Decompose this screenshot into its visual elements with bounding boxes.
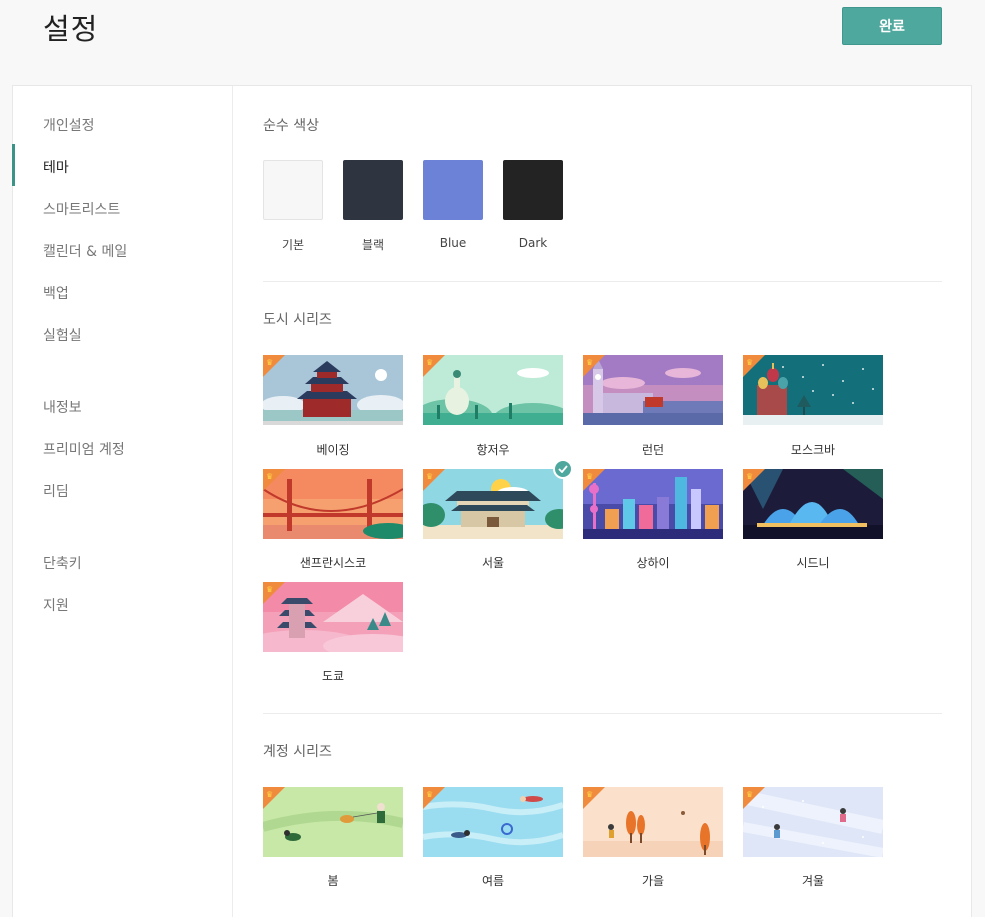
premium-badge-icon: ♛ (423, 469, 445, 491)
swatch-label: 블랙 (361, 238, 385, 252)
premium-badge-icon: ♛ (743, 787, 765, 809)
theme-label: 시드니 (796, 556, 830, 570)
theme-swatch-default[interactable] (263, 160, 323, 220)
premium-badge-icon: ♛ (423, 355, 445, 377)
theme-san-francisco[interactable]: ♛ (263, 469, 403, 539)
theme-label: 샌프란시스코 (299, 556, 367, 570)
swatch-label: 기본 (281, 238, 305, 252)
theme-winter[interactable]: ♛ (743, 787, 883, 857)
svg-text:♛: ♛ (426, 472, 433, 481)
svg-text:♛: ♛ (586, 790, 593, 799)
sidebar-item-backup[interactable]: 백업 (43, 283, 69, 303)
theme-label: 서울 (481, 556, 505, 570)
svg-text:♛: ♛ (746, 358, 753, 367)
settings-panel: 개인설정 테마 스마트리스트 캘린더 & 메일 백업 실험실 내정보 프리미엄 … (12, 85, 972, 917)
sidebar-item-support[interactable]: 지원 (43, 595, 69, 615)
theme-moscow[interactable]: ♛ (743, 355, 883, 425)
pure-color-section-title: 순수 색상 (263, 118, 319, 134)
sidebar-item-preferences[interactable]: 개인설정 (43, 115, 95, 135)
theme-swatch-blue[interactable] (423, 160, 483, 220)
theme-label: 봄 (327, 874, 339, 888)
sidebar-item-theme[interactable]: 테마 (43, 157, 69, 177)
theme-spring[interactable]: ♛ (263, 787, 403, 857)
settings-sidebar: 개인설정 테마 스마트리스트 캘린더 & 메일 백업 실험실 내정보 프리미엄 … (12, 86, 233, 917)
sidebar-item-premium[interactable]: 프리미엄 계정 (43, 439, 125, 459)
premium-badge-icon: ♛ (423, 787, 445, 809)
theme-label: 가을 (641, 874, 665, 888)
active-nav-indicator (12, 144, 15, 186)
page-title: 설정 (43, 12, 99, 46)
svg-text:♛: ♛ (746, 472, 753, 481)
sidebar-item-account[interactable]: 내정보 (43, 397, 82, 417)
sidebar-item-labs[interactable]: 실험실 (43, 325, 82, 345)
theme-label: 항저우 (476, 443, 510, 457)
svg-text:♛: ♛ (426, 358, 433, 367)
theme-beijing[interactable]: ♛ (263, 355, 403, 425)
sidebar-item-shortcuts[interactable]: 단축키 (43, 553, 82, 573)
theme-label: 상하이 (636, 556, 670, 570)
theme-swatch-black[interactable] (343, 160, 403, 220)
theme-label: 겨울 (801, 874, 825, 888)
section-divider (263, 281, 942, 282)
theme-label: 런던 (641, 443, 665, 457)
theme-label: 여름 (481, 874, 505, 888)
sidebar-item-smart-list[interactable]: 스마트리스트 (43, 199, 120, 219)
theme-swatch-dark[interactable] (503, 160, 563, 220)
done-button[interactable]: 완료 (842, 7, 942, 45)
section-divider (263, 713, 942, 714)
swatch-label: Blue (439, 236, 467, 250)
city-section-title: 도시 시리즈 (263, 312, 332, 328)
season-section-title: 계정 시리즈 (263, 744, 332, 760)
premium-badge-icon: ♛ (743, 469, 765, 491)
svg-text:♛: ♛ (266, 585, 273, 594)
theme-sydney[interactable]: ♛ (743, 469, 883, 539)
theme-label: 모스크바 (790, 443, 836, 457)
theme-autumn[interactable]: ♛ (583, 787, 723, 857)
theme-shanghai[interactable]: ♛ (583, 469, 723, 539)
selected-check-icon (553, 459, 573, 479)
theme-seoul[interactable]: ♛ (423, 459, 573, 539)
theme-tokyo[interactable]: ♛ (263, 582, 403, 652)
premium-badge-icon: ♛ (263, 355, 285, 377)
premium-badge-icon: ♛ (743, 355, 765, 377)
premium-badge-icon: ♛ (583, 355, 605, 377)
theme-london[interactable]: ♛ (583, 355, 723, 425)
theme-hangzhou[interactable]: ♛ (423, 355, 563, 425)
theme-summer[interactable]: ♛ (423, 787, 563, 857)
premium-badge-icon: ♛ (263, 787, 285, 809)
svg-text:♛: ♛ (586, 472, 593, 481)
svg-text:♛: ♛ (266, 472, 273, 481)
svg-text:♛: ♛ (266, 358, 273, 367)
theme-content: 순수 색상 기본 블랙 Blue Dark 도시 시리즈 ♛ 베이징 ♛ 항저우… (233, 86, 971, 917)
premium-badge-icon: ♛ (263, 469, 285, 491)
svg-text:♛: ♛ (266, 790, 273, 799)
premium-badge-icon: ♛ (263, 582, 285, 604)
svg-text:♛: ♛ (586, 358, 593, 367)
premium-badge-icon: ♛ (583, 787, 605, 809)
premium-badge-icon: ♛ (583, 469, 605, 491)
sidebar-item-redeem[interactable]: 리딤 (43, 481, 69, 501)
theme-label: 도쿄 (321, 669, 345, 683)
svg-text:♛: ♛ (426, 790, 433, 799)
swatch-label: Dark (518, 236, 548, 250)
theme-label: 베이징 (316, 443, 350, 457)
svg-text:♛: ♛ (746, 790, 753, 799)
sidebar-item-calendar-mail[interactable]: 캘린더 & 메일 (43, 241, 127, 261)
